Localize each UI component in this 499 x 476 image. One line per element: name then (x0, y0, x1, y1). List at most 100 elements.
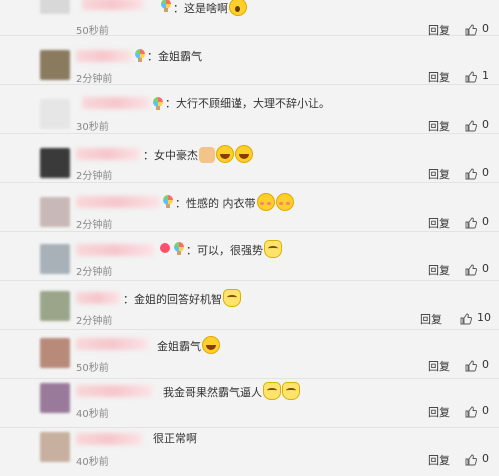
thumbs-up-icon[interactable] (465, 403, 477, 418)
comment-row: ：可以，很强势 2分钟前 回复 0 (0, 232, 499, 281)
reply-button[interactable]: 回复 (428, 262, 450, 278)
timestamp: 30秒前 (76, 122, 109, 133)
timestamp: 40秒前 (76, 409, 109, 420)
comment-row: ：女中豪杰 2分钟前 回复 0 (0, 134, 499, 183)
like-count: 0 (482, 262, 489, 275)
avatar[interactable] (40, 291, 70, 321)
comment-row: 金姐霸气 50秒前 回复 0 (0, 330, 499, 379)
reply-button[interactable]: 回复 (428, 166, 450, 182)
reply-button[interactable]: 回复 (420, 311, 442, 327)
laugh-emoji-icon (235, 145, 253, 163)
avatar[interactable] (40, 50, 70, 80)
comment-content: ：可以，很强势 (186, 240, 282, 259)
timestamp: 50秒前 (76, 26, 109, 37)
comment-content: 我金哥果然霸气逼人 (163, 382, 300, 401)
reply-button[interactable]: 回复 (428, 358, 450, 374)
like-count: 0 (482, 404, 489, 417)
like-count: 1 (482, 69, 489, 82)
member-badge-icon (162, 195, 174, 209)
blush-emoji-icon (256, 193, 275, 211)
comment-text: 我金哥果然霸气逼人 (163, 386, 262, 399)
username[interactable] (76, 433, 142, 445)
avatar[interactable] (40, 197, 70, 227)
thumbs-up-icon[interactable] (465, 214, 477, 229)
thumbs-up-icon[interactable] (465, 68, 477, 83)
reply-button[interactable]: 回复 (428, 404, 450, 420)
username[interactable] (76, 338, 148, 350)
laugh-emoji-icon (202, 336, 220, 354)
member-badge-icon (160, 0, 172, 13)
comment-text: ：金姐的回答好机智 (123, 293, 222, 306)
reply-button[interactable]: 回复 (428, 118, 450, 134)
avatar[interactable] (40, 244, 70, 274)
comment-row: 我金哥果然霸气逼人 40秒前 回复 0 (0, 379, 499, 428)
timestamp: 2分钟前 (76, 220, 113, 231)
comment-content: 很正常啊 (153, 431, 197, 447)
avatar[interactable] (40, 432, 70, 462)
comment-content: ：性感的 内衣带 (175, 193, 294, 212)
timestamp: 50秒前 (76, 363, 109, 374)
like-count: 0 (482, 452, 489, 465)
comment-text: ：大行不顾细谨，大理不辞小让。 (165, 97, 330, 110)
comment-row: ：金姐霸气 2分钟前 回复 1 (0, 36, 499, 85)
member-badge-icon (134, 49, 146, 63)
username[interactable] (76, 385, 152, 397)
cat-emoji-icon (223, 289, 241, 307)
like-count: 0 (482, 166, 489, 179)
blush-emoji-icon (275, 193, 294, 211)
comment-row: ：这是啥啊 50秒前 回复 0 (0, 0, 499, 37)
comment-list: ：这是啥啊 50秒前 回复 0 ：金姐霸气 2分钟前 回复 1 ：大行不顾细谨，… (0, 0, 499, 476)
comment-text: ：可以，很强势 (186, 244, 263, 257)
like-count: 0 (482, 22, 489, 35)
thumbs-up-icon[interactable] (465, 451, 477, 466)
comment-row: ：性感的 内衣带 2分钟前 回复 0 (0, 183, 499, 232)
comment-content: 金姐霸气 (157, 336, 220, 355)
member-badge-icon (173, 242, 185, 256)
username[interactable] (76, 292, 120, 304)
thumbs-up-icon[interactable] (465, 261, 477, 276)
reply-button[interactable]: 回复 (428, 215, 450, 231)
comment-text: ：性感的 内衣带 (175, 197, 256, 210)
cat-emoji-icon (282, 382, 300, 400)
reply-button[interactable]: 回复 (428, 69, 450, 85)
thumbs-up-icon[interactable] (465, 357, 477, 372)
comment-text: 很正常啊 (153, 432, 197, 445)
comment-text: ：女中豪杰 (143, 149, 198, 162)
reply-button[interactable]: 回复 (428, 452, 450, 468)
username[interactable] (76, 148, 140, 160)
laugh-emoji-icon (216, 145, 234, 163)
avatar[interactable] (40, 99, 70, 129)
like-count: 0 (482, 358, 489, 371)
cat-emoji-icon (263, 382, 281, 400)
avatar[interactable] (40, 148, 70, 178)
cat-emoji-icon (264, 240, 282, 258)
thumbs-up-icon[interactable] (465, 117, 477, 132)
username[interactable] (76, 196, 160, 208)
thumbs-up-icon[interactable] (460, 310, 472, 325)
member-badge-icon (152, 97, 164, 111)
surprise-emoji-icon (229, 0, 247, 16)
comment-content: ：女中豪杰 (143, 145, 253, 164)
comment-text: ：金姐霸气 (147, 50, 202, 63)
thumb-emoji-icon (199, 147, 215, 163)
username[interactable] (76, 244, 154, 256)
username[interactable] (76, 50, 132, 62)
username[interactable] (82, 97, 150, 109)
comment-text: ：这是啥啊 (173, 2, 228, 15)
comment-content: ：金姐霸气 (147, 49, 202, 65)
like-count: 0 (482, 215, 489, 228)
comment-content: ：大行不顾细谨，大理不辞小让。 (165, 96, 330, 112)
avatar[interactable] (40, 338, 70, 368)
thumbs-up-icon[interactable] (465, 165, 477, 180)
comment-content: ：金姐的回答好机智 (123, 289, 241, 308)
thumbs-up-icon[interactable] (465, 21, 477, 36)
timestamp: 40秒前 (76, 457, 109, 468)
avatar[interactable] (40, 383, 70, 413)
avatar[interactable] (40, 0, 70, 14)
comment-row: ：金姐的回答好机智 2分钟前 回复 10 (0, 281, 499, 330)
timestamp: 2分钟前 (76, 267, 113, 278)
heart-icon (160, 243, 170, 253)
like-count: 10 (477, 311, 491, 324)
timestamp: 2分钟前 (76, 171, 113, 182)
username[interactable] (82, 0, 144, 10)
